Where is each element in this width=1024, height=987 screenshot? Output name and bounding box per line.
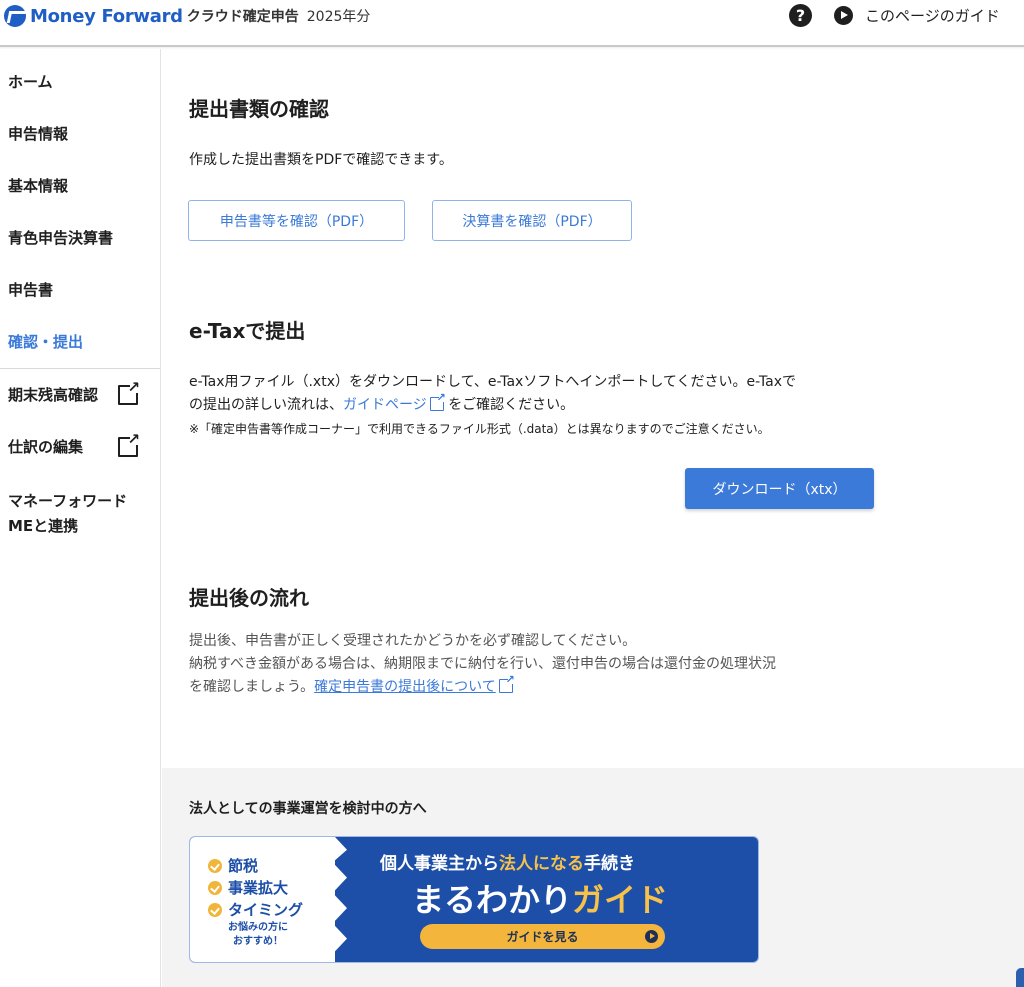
incorporation-guide-banner[interactable]: 節税 事業拡大 タイミング お悩みの方に おすすめ！ 個人事業主から法人になる手… (189, 836, 759, 963)
banner-small-line1: お悩みの方に (228, 922, 288, 933)
view-guide-label: ガイドを見る (506, 930, 579, 944)
banner-headline: まるわかりガイド (412, 875, 668, 921)
etax-text-line2: の提出の詳しい流れは、ガイドページ をご確認ください。 (189, 392, 889, 417)
check-label: タイミング (228, 901, 304, 919)
etax-text-line1: e-Tax用ファイル（.xtx）をダウンロードして、e-Taxソフトへインポート… (189, 374, 796, 390)
banner-small-line2: おすすめ！ (233, 936, 283, 947)
guide-page-link[interactable]: ガイドページ (343, 397, 427, 413)
after-submit-description: 提出後、申告書が正しく受理されたかどうかを必ず確認してください。 納税すべき金額… (189, 630, 889, 699)
external-link-icon (498, 674, 515, 693)
check-icon (208, 858, 222, 873)
external-link-icon (118, 380, 140, 405)
app-name: クラウド確定申告 (186, 9, 299, 25)
fiscal-year: 2025年分 (306, 9, 371, 25)
check-label: 事業拡大 (228, 879, 289, 897)
check-item: タイミング (208, 899, 303, 920)
check-icon (208, 902, 222, 917)
banner-headline-highlight: ガイド (572, 881, 669, 919)
sidebar-item-label: マネーフォワード (8, 492, 128, 510)
brand-logo[interactable]: Money Forward クラウド確定申告 2025年分 (4, 5, 370, 27)
sidebar-item-mf-me-link[interactable]: マネーフォワード MEと連携 (8, 489, 127, 539)
sidebar-item-confirm-submit[interactable]: 確認・提出 (8, 331, 83, 352)
money-forward-logo-icon (4, 5, 26, 27)
after-submit-title: 提出後の流れ (189, 586, 309, 610)
documents-description: 作成した提出書類をPDFで確認できます。 (189, 152, 453, 168)
banner-subtitle-part: 個人事業主から (380, 854, 499, 874)
sidebar-item-declaration-info[interactable]: 申告情報 (8, 123, 68, 144)
etax-description: e-Tax用ファイル（.xtx）をダウンロードして、e-Taxソフトへインポート… (189, 371, 889, 417)
floating-widget-tab[interactable] (1016, 968, 1024, 987)
banner-recommend-text: お悩みの方に おすすめ！ (228, 921, 288, 949)
banner-left-panel: 節税 事業拡大 タイミング お悩みの方に おすすめ！ (190, 837, 335, 962)
check-icon (208, 880, 222, 895)
play-icon (834, 6, 853, 25)
sidebar-item-basic-info[interactable]: 基本情報 (8, 175, 68, 196)
sidebar-item-home[interactable]: ホーム (8, 71, 53, 92)
banner-subtitle-highlight: 法人になる (499, 854, 584, 874)
brand-name: Money Forward (30, 5, 183, 27)
sidebar-item-journal-edit[interactable]: 仕訳の編集 (8, 436, 83, 457)
banner-headline-part: まるわかり (412, 881, 573, 919)
documents-title: 提出書類の確認 (189, 97, 329, 121)
promo-section: 法人としての事業運営を検討中の方へ 節税 事業拡大 タイミング お悩みの方に お… (162, 768, 1024, 987)
sidebar-divider (0, 368, 160, 369)
sidebar-item-declaration[interactable]: 申告書 (8, 279, 53, 300)
sidebar: ホーム 申告情報 基本情報 青色申告決算書 申告書 確認・提出 期末残高確認 仕… (0, 49, 161, 987)
main-content: 提出書類の確認 作成した提出書類をPDFで確認できます。 申告書等を確認（PDF… (162, 49, 1024, 987)
sidebar-item-blue-return[interactable]: 青色申告決算書 (8, 227, 113, 248)
etax-title: e-Taxで提出 (189, 319, 306, 343)
page-guide-label: このページのガイド (865, 7, 1000, 25)
after-text-line1: 提出後、申告書が正しく受理されたかどうかを必ず確認してください。 (189, 633, 637, 649)
after-text-line3: を確認しましょう。確定申告書の提出後について (189, 674, 889, 699)
etax-text-suffix: をご確認ください。 (448, 397, 575, 413)
check-item: 事業拡大 (208, 877, 288, 898)
banner-subtitle-part: 手続き (584, 854, 635, 874)
external-link-icon (429, 392, 446, 411)
help-icon[interactable]: ? (789, 4, 812, 27)
view-guide-button[interactable]: ガイドを見る (420, 924, 665, 949)
check-label: 節税 (228, 857, 259, 875)
page-guide-button[interactable]: このページのガイド (834, 5, 1000, 26)
view-financial-pdf-button[interactable]: 決算書を確認（PDF） (432, 200, 632, 241)
external-link-icon (118, 432, 140, 457)
sidebar-item-year-end-balance[interactable]: 期末残高確認 (8, 384, 98, 405)
arrow-right-icon (645, 930, 658, 943)
app-header: Money Forward クラウド確定申告 2025年分 ? このページのガイ… (0, 0, 1024, 47)
view-declaration-pdf-button[interactable]: 申告書等を確認（PDF） (188, 200, 405, 241)
etax-note: ※「確定申告書等作成コーナー」で利用できるファイル形式（.data）とは異なりま… (189, 422, 770, 436)
check-item: 節税 (208, 855, 258, 876)
after-submission-link[interactable]: 確定申告書の提出後について (314, 679, 496, 695)
etax-text-prefix: の提出の詳しい流れは、 (189, 397, 343, 413)
sidebar-item-label: MEと連携 (8, 517, 79, 535)
after-text-prefix: を確認しましょう。 (189, 679, 315, 695)
after-text-line2: 納税すべき金額がある場合は、納期限までに納付を行い、還付申告の場合は還付金の処理… (189, 656, 777, 672)
download-xtx-button[interactable]: ダウンロード（xtx） (685, 468, 874, 509)
promo-title: 法人としての事業運営を検討中の方へ (189, 801, 427, 817)
banner-subtitle: 個人事業主から法人になる手続き (380, 849, 635, 874)
